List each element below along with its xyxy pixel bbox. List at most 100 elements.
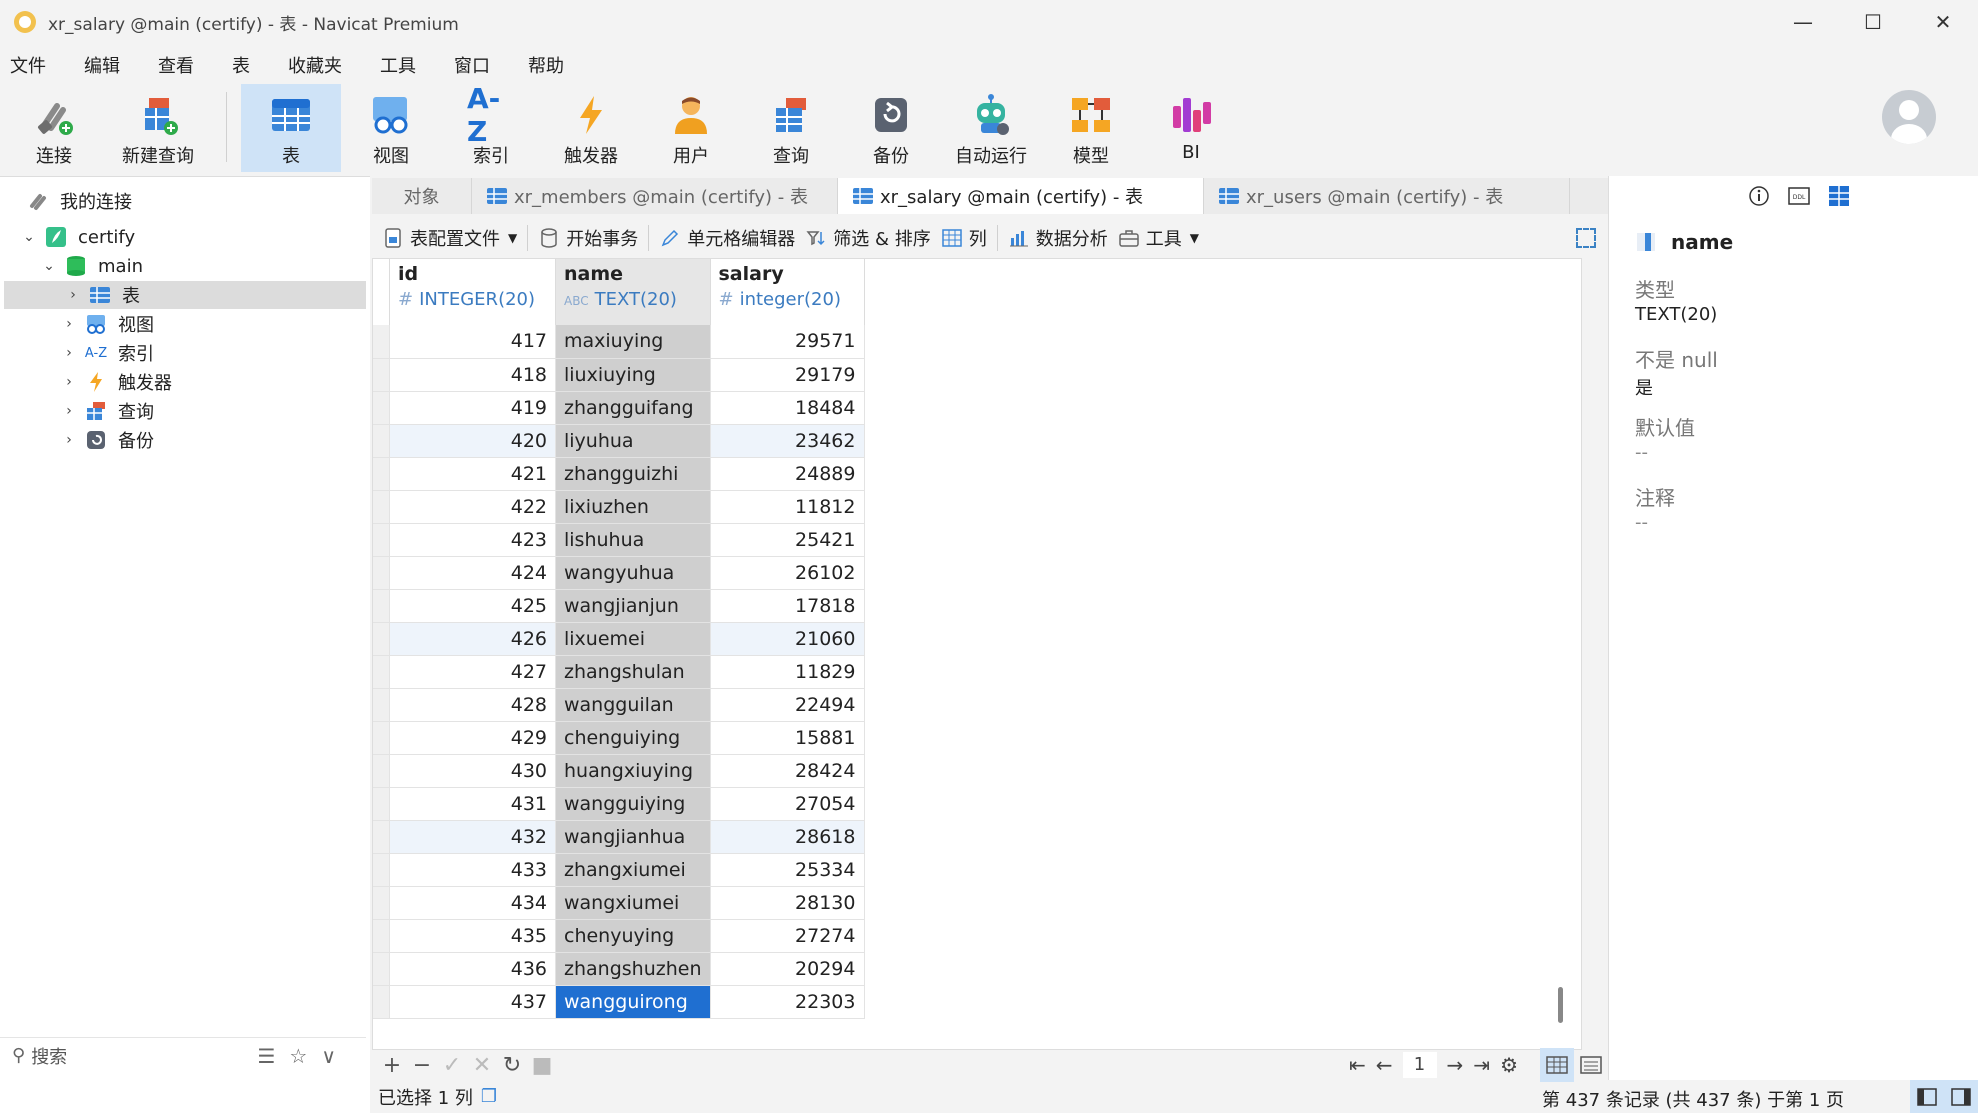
table-row[interactable]: 435 chenyuying 27274 <box>373 919 865 953</box>
add-record-icon[interactable]: + <box>378 1053 406 1078</box>
user-button[interactable]: 用户 <box>641 84 741 172</box>
cell-id[interactable]: 437 <box>389 985 556 1019</box>
model-button[interactable]: 模型 <box>1041 84 1141 172</box>
row-marker[interactable] <box>373 490 390 524</box>
cell-id[interactable]: 419 <box>389 391 556 425</box>
cell-name[interactable]: lixiuzhen <box>555 490 711 524</box>
cell-name[interactable]: zhangguifang <box>555 391 711 425</box>
cell-id[interactable]: 418 <box>389 358 556 392</box>
table-config-button[interactable]: 表配置文件 ▼ <box>382 225 517 251</box>
cell-id[interactable]: 433 <box>389 853 556 887</box>
cell-name[interactable]: wangguirong <box>555 985 711 1019</box>
cell-salary[interactable]: 25334 <box>710 853 865 887</box>
column-header-salary[interactable]: salary # integer(20) <box>710 259 865 325</box>
tree-item-tables[interactable]: › 表 <box>4 281 366 309</box>
cell-name[interactable]: lixuemei <box>555 622 711 656</box>
my-connections-header[interactable]: 我的连接 <box>26 187 392 215</box>
layout-icon[interactable] <box>1827 184 1851 208</box>
cell-id[interactable]: 425 <box>389 589 556 623</box>
table-row[interactable]: 425 wangjianjun 17818 <box>373 589 865 623</box>
cell-id[interactable]: 427 <box>389 655 556 689</box>
cell-editor-button[interactable]: 单元格编辑器 <box>659 225 795 251</box>
user-avatar[interactable] <box>1882 90 1936 144</box>
row-marker[interactable] <box>373 655 390 689</box>
menu-edit[interactable]: 编辑 <box>74 52 140 78</box>
table-row[interactable]: 429 chenguiying 15881 <box>373 721 865 755</box>
maximize-icon[interactable]: ☐ <box>1838 0 1908 44</box>
cell-salary[interactable]: 29179 <box>710 358 865 392</box>
minimize-icon[interactable]: — <box>1768 0 1838 44</box>
menu-table[interactable]: 表 <box>222 52 270 78</box>
trigger-button[interactable]: 触发器 <box>541 84 641 172</box>
columns-button[interactable]: 列 <box>941 225 987 251</box>
cell-id[interactable]: 426 <box>389 622 556 656</box>
menu-file[interactable]: 文件 <box>0 52 66 78</box>
cell-name[interactable]: chenguiying <box>555 721 711 755</box>
cell-id[interactable]: 436 <box>389 952 556 986</box>
table-row[interactable]: 432 wangjianhua 28618 <box>373 820 865 854</box>
cell-salary[interactable]: 25421 <box>710 523 865 557</box>
cell-name[interactable]: wangguiying <box>555 787 711 821</box>
cell-salary[interactable]: 22494 <box>710 688 865 722</box>
row-marker[interactable] <box>373 886 390 920</box>
cell-id[interactable]: 435 <box>389 919 556 953</box>
cell-salary[interactable]: 20294 <box>710 952 865 986</box>
cell-name[interactable]: chenyuying <box>555 919 711 953</box>
cell-id[interactable]: 432 <box>389 820 556 854</box>
cell-id[interactable]: 421 <box>389 457 556 491</box>
cell-id[interactable]: 424 <box>389 556 556 590</box>
cell-id[interactable]: 431 <box>389 787 556 821</box>
chevron-right-icon[interactable]: › <box>62 403 76 419</box>
row-marker[interactable] <box>373 721 390 755</box>
sidebar-search[interactable]: ⚲ 搜索 ☰ ☆ ∨ <box>0 1037 366 1073</box>
chevron-right-icon[interactable]: › <box>66 287 80 303</box>
row-marker[interactable] <box>373 325 390 359</box>
cell-salary[interactable]: 28130 <box>710 886 865 920</box>
tree-connection-certify[interactable]: ⌄ certify <box>22 223 388 251</box>
table-button[interactable]: 表 <box>241 84 341 172</box>
cell-salary[interactable]: 15881 <box>710 721 865 755</box>
copy-icon[interactable]: ❐ <box>481 1086 497 1107</box>
column-header-name[interactable]: name ABC TEXT(20) <box>555 259 711 325</box>
cell-salary[interactable]: 22303 <box>710 985 865 1019</box>
first-page-icon[interactable]: ⇤ <box>1349 1053 1366 1077</box>
row-marker[interactable] <box>373 787 390 821</box>
cell-id[interactable]: 422 <box>389 490 556 524</box>
new-query-button[interactable]: 新建查询 <box>104 84 212 172</box>
cell-name[interactable]: wangjianjun <box>555 589 711 623</box>
vertical-scrollbar[interactable] <box>1558 987 1563 1023</box>
row-marker[interactable] <box>373 919 390 953</box>
table-row[interactable]: 428 wangguilan 22494 <box>373 688 865 722</box>
menu-help[interactable]: 帮助 <box>518 52 584 78</box>
cell-id[interactable]: 420 <box>389 424 556 458</box>
filter-icon[interactable]: ☰ <box>257 1044 275 1068</box>
row-marker[interactable] <box>373 457 390 491</box>
row-marker[interactable] <box>373 523 390 557</box>
cell-name[interactable]: maxiuying <box>555 325 711 359</box>
cell-id[interactable]: 434 <box>389 886 556 920</box>
table-row[interactable]: 419 zhangguifang 18484 <box>373 391 865 425</box>
cell-id[interactable]: 429 <box>389 721 556 755</box>
cell-id[interactable]: 428 <box>389 688 556 722</box>
menu-tools[interactable]: 工具 <box>370 52 436 78</box>
stop-icon[interactable]: ■ <box>528 1053 556 1078</box>
view-button[interactable]: 视图 <box>341 84 441 172</box>
menu-favorites[interactable]: 收藏夹 <box>278 52 362 78</box>
tab-xr-members[interactable]: xr_members @main (certify) - 表 <box>472 178 838 214</box>
cell-name[interactable]: huangxiuying <box>555 754 711 788</box>
prev-page-icon[interactable]: ← <box>1376 1053 1393 1077</box>
cell-salary[interactable]: 27274 <box>710 919 865 953</box>
tab-xr-salary[interactable]: xr_salary @main (certify) - 表 <box>838 178 1204 214</box>
menu-view[interactable]: 查看 <box>148 52 214 78</box>
cell-name[interactable]: zhangxiumei <box>555 853 711 887</box>
cell-name[interactable]: wangyuhua <box>555 556 711 590</box>
cell-name[interactable]: zhangshulan <box>555 655 711 689</box>
form-view-icon[interactable] <box>1574 1048 1608 1082</box>
row-marker[interactable] <box>373 754 390 788</box>
table-row[interactable]: 430 huangxiuying 28424 <box>373 754 865 788</box>
row-marker[interactable] <box>373 589 390 623</box>
row-marker[interactable] <box>373 952 390 986</box>
connect-button[interactable]: 连接 <box>4 84 104 172</box>
page-number-input[interactable]: 1 <box>1402 1052 1437 1078</box>
cell-name[interactable]: zhangshuzhen <box>555 952 711 986</box>
